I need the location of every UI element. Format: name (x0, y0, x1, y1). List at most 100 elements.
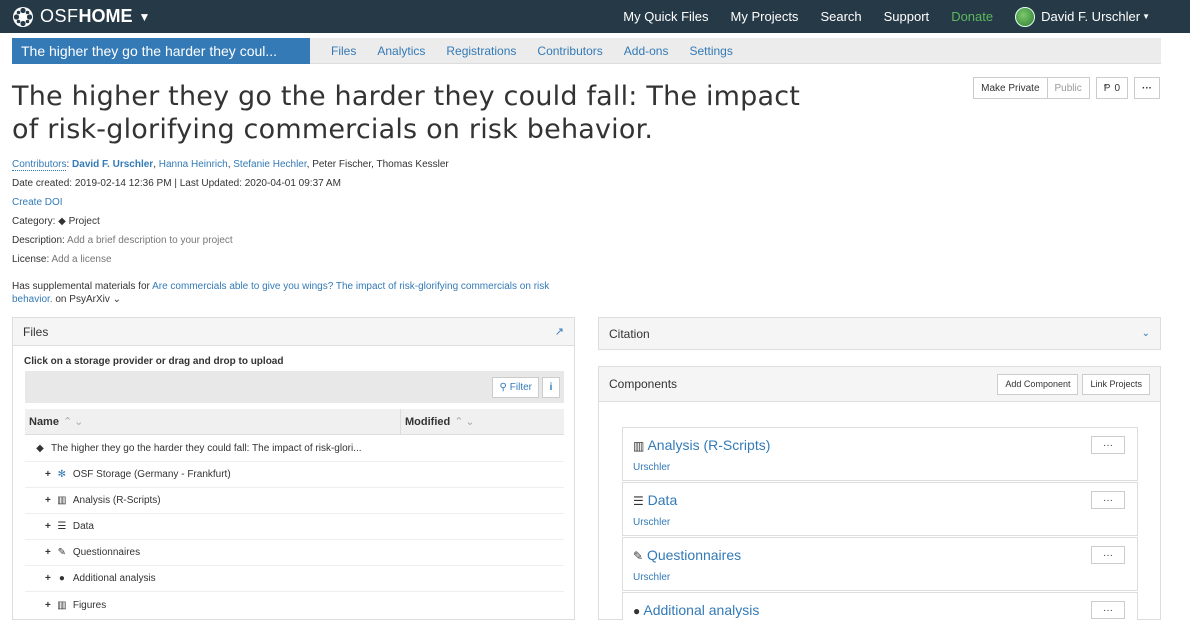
more-options-button[interactable]: ··· (1134, 77, 1160, 99)
chevron-down-icon[interactable]: ⌄ (1142, 328, 1150, 339)
nav-support[interactable]: Support (884, 9, 930, 24)
category-value: Project (68, 216, 100, 227)
osf-logo-icon (13, 6, 33, 27)
filter-label: Filter (509, 382, 532, 393)
components-panel: Components Add Component Link Projects ▥… (598, 366, 1161, 620)
description-value[interactable]: Add a brief description to your project (67, 235, 233, 246)
citation-panel[interactable]: Citation ⌄ (598, 317, 1161, 350)
contributor-name: Peter Fischer (312, 159, 372, 170)
file-row[interactable]: + ● Additional analysis (25, 566, 564, 592)
expand-icon[interactable]: + (45, 600, 51, 611)
tab-contributors[interactable]: Contributors (537, 44, 602, 58)
tab-settings[interactable]: Settings (689, 44, 732, 58)
file-table-header: Name ⌃⌄ Modified ⌃⌄ (25, 409, 564, 435)
pencil-icon: ✎ (57, 547, 67, 558)
tab-registrations[interactable]: Registrations (446, 44, 516, 58)
avatar (1015, 6, 1036, 27)
col-name[interactable]: Name ⌃⌄ (29, 415, 85, 428)
sort-icon: ⌃⌄ (454, 416, 477, 428)
comment-icon: ● (58, 573, 65, 584)
file-row-label: Figures (72, 599, 107, 611)
component-name[interactable]: ✎ Questionnaires (633, 547, 741, 563)
component-name[interactable]: ● Additional analysis (633, 602, 759, 618)
database-icon: ☰ (57, 521, 67, 532)
col-modified[interactable]: Modified ⌃⌄ (405, 415, 477, 428)
file-row-label: OSF Storage (Germany - Frankfurt) (72, 469, 231, 480)
dates-line: Date created: 2019-02-14 12:36 PM | Last… (12, 178, 341, 189)
component-menu-button[interactable]: ··· (1091, 491, 1125, 509)
nav-donate[interactable]: Donate (951, 9, 993, 24)
file-row[interactable]: + ✻ OSF Storage (Germany - Frankfurt) (25, 462, 564, 488)
caret-down-icon: ▼ (1142, 12, 1150, 21)
component-name[interactable]: ☰ Data (633, 492, 677, 508)
cube-icon: ◆ (36, 443, 44, 454)
info-button[interactable]: i (542, 377, 560, 398)
component-menu-button[interactable]: ··· (1091, 601, 1125, 619)
fork-icon: Ᵽ (1103, 82, 1111, 94)
info-icon: i (549, 382, 553, 393)
contributor-link[interactable]: Hanna Heinrich (159, 159, 228, 170)
expand-icon[interactable]: + (45, 521, 51, 532)
files-heading: Files (23, 324, 49, 339)
supplemental-line: Has supplemental materials for Are comme… (12, 280, 572, 306)
public-button[interactable]: Public (1047, 77, 1090, 99)
file-root-row[interactable]: ◆ The higher they go the harder they cou… (25, 436, 564, 462)
file-toolbar: ⚲ Filter i (25, 371, 564, 403)
tab-analytics[interactable]: Analytics (377, 44, 425, 58)
file-row-label: Additional analysis (72, 573, 156, 584)
expand-icon[interactable]: + (45, 573, 51, 584)
filter-button[interactable]: ⚲ Filter (492, 377, 539, 398)
database-icon: ☰ (633, 494, 644, 508)
link-projects-button[interactable]: Link Projects (1082, 373, 1150, 395)
contributor-link[interactable]: Stefanie Hechler (233, 159, 306, 170)
tab-add-ons[interactable]: Add-ons (624, 44, 669, 58)
project-title-tab[interactable]: The higher they go the harder they coul.… (12, 37, 310, 64)
make-private-button[interactable]: Make Private (973, 77, 1048, 99)
chevron-down-icon[interactable]: ⌄ (113, 294, 121, 305)
page-title: The higher they go the harder they could… (12, 81, 801, 145)
license-label: License: (12, 254, 50, 265)
bar-chart-icon: ▥ (57, 599, 67, 611)
project-navbar: The higher they go the harder they coul.… (12, 37, 1161, 64)
component-card: ✎ Questionnaires Urschler ··· (622, 537, 1138, 591)
expand-icon[interactable]: + (45, 495, 51, 506)
contributor-link[interactable]: David F. Urschler (72, 159, 153, 170)
upload-hint: Click on a storage provider or drag and … (24, 356, 284, 367)
sort-icon: ⌃⌄ (62, 416, 86, 428)
component-owner[interactable]: Urschler (633, 462, 670, 473)
category-label: Category: (12, 216, 56, 227)
license-value[interactable]: Add a license (51, 254, 111, 265)
supplemental-suffix: on PsyArXiv (55, 294, 110, 305)
component-owner[interactable]: Urschler (633, 517, 670, 528)
user-menu[interactable]: David F. Urschler ▼ (1015, 6, 1150, 27)
supplemental-prefix: Has supplemental materials for (12, 281, 150, 292)
tab-files[interactable]: Files (331, 44, 356, 58)
bar-chart-icon: ▥ (57, 495, 67, 506)
component-owner[interactable]: Urschler (633, 572, 670, 583)
osf-home-brand[interactable]: OSF HOME ▼ (12, 6, 150, 28)
nav-search[interactable]: Search (820, 9, 861, 24)
file-row[interactable]: + ☰ Data (25, 514, 564, 540)
contributors-label[interactable]: Contributors (12, 159, 67, 171)
component-name[interactable]: ▥ Analysis (R-Scripts) (633, 437, 770, 453)
nav-my-projects[interactable]: My Projects (731, 9, 799, 24)
file-row-label: Analysis (R-Scripts) (72, 495, 161, 506)
external-link-icon[interactable]: ↗ (555, 325, 564, 338)
add-component-button[interactable]: Add Component (997, 373, 1079, 395)
fork-button[interactable]: Ᵽ 0 (1095, 77, 1128, 99)
component-menu-button[interactable]: ··· (1091, 546, 1125, 564)
file-row[interactable]: + ▥ Analysis (R-Scripts) (25, 488, 564, 514)
file-row[interactable]: + ▥ Figures (25, 592, 564, 618)
contributor-name: Thomas Kessler (376, 159, 449, 170)
create-doi-link[interactable]: Create DOI (12, 197, 63, 208)
expand-icon[interactable]: + (45, 547, 51, 558)
nav-my-quick-files[interactable]: My Quick Files (623, 9, 708, 24)
component-card: ● Additional analysis ··· (622, 592, 1138, 620)
user-name: David F. Urschler (1041, 9, 1141, 24)
cube-icon: ◆ (58, 216, 66, 227)
component-menu-button[interactable]: ··· (1091, 436, 1125, 454)
file-row[interactable]: + ✎ Questionnaires (25, 540, 564, 566)
project-actions: Make Private Public Ᵽ 0 ··· (973, 77, 1160, 99)
caret-down-icon[interactable]: ▼ (139, 10, 151, 24)
expand-icon[interactable]: + (45, 469, 51, 480)
